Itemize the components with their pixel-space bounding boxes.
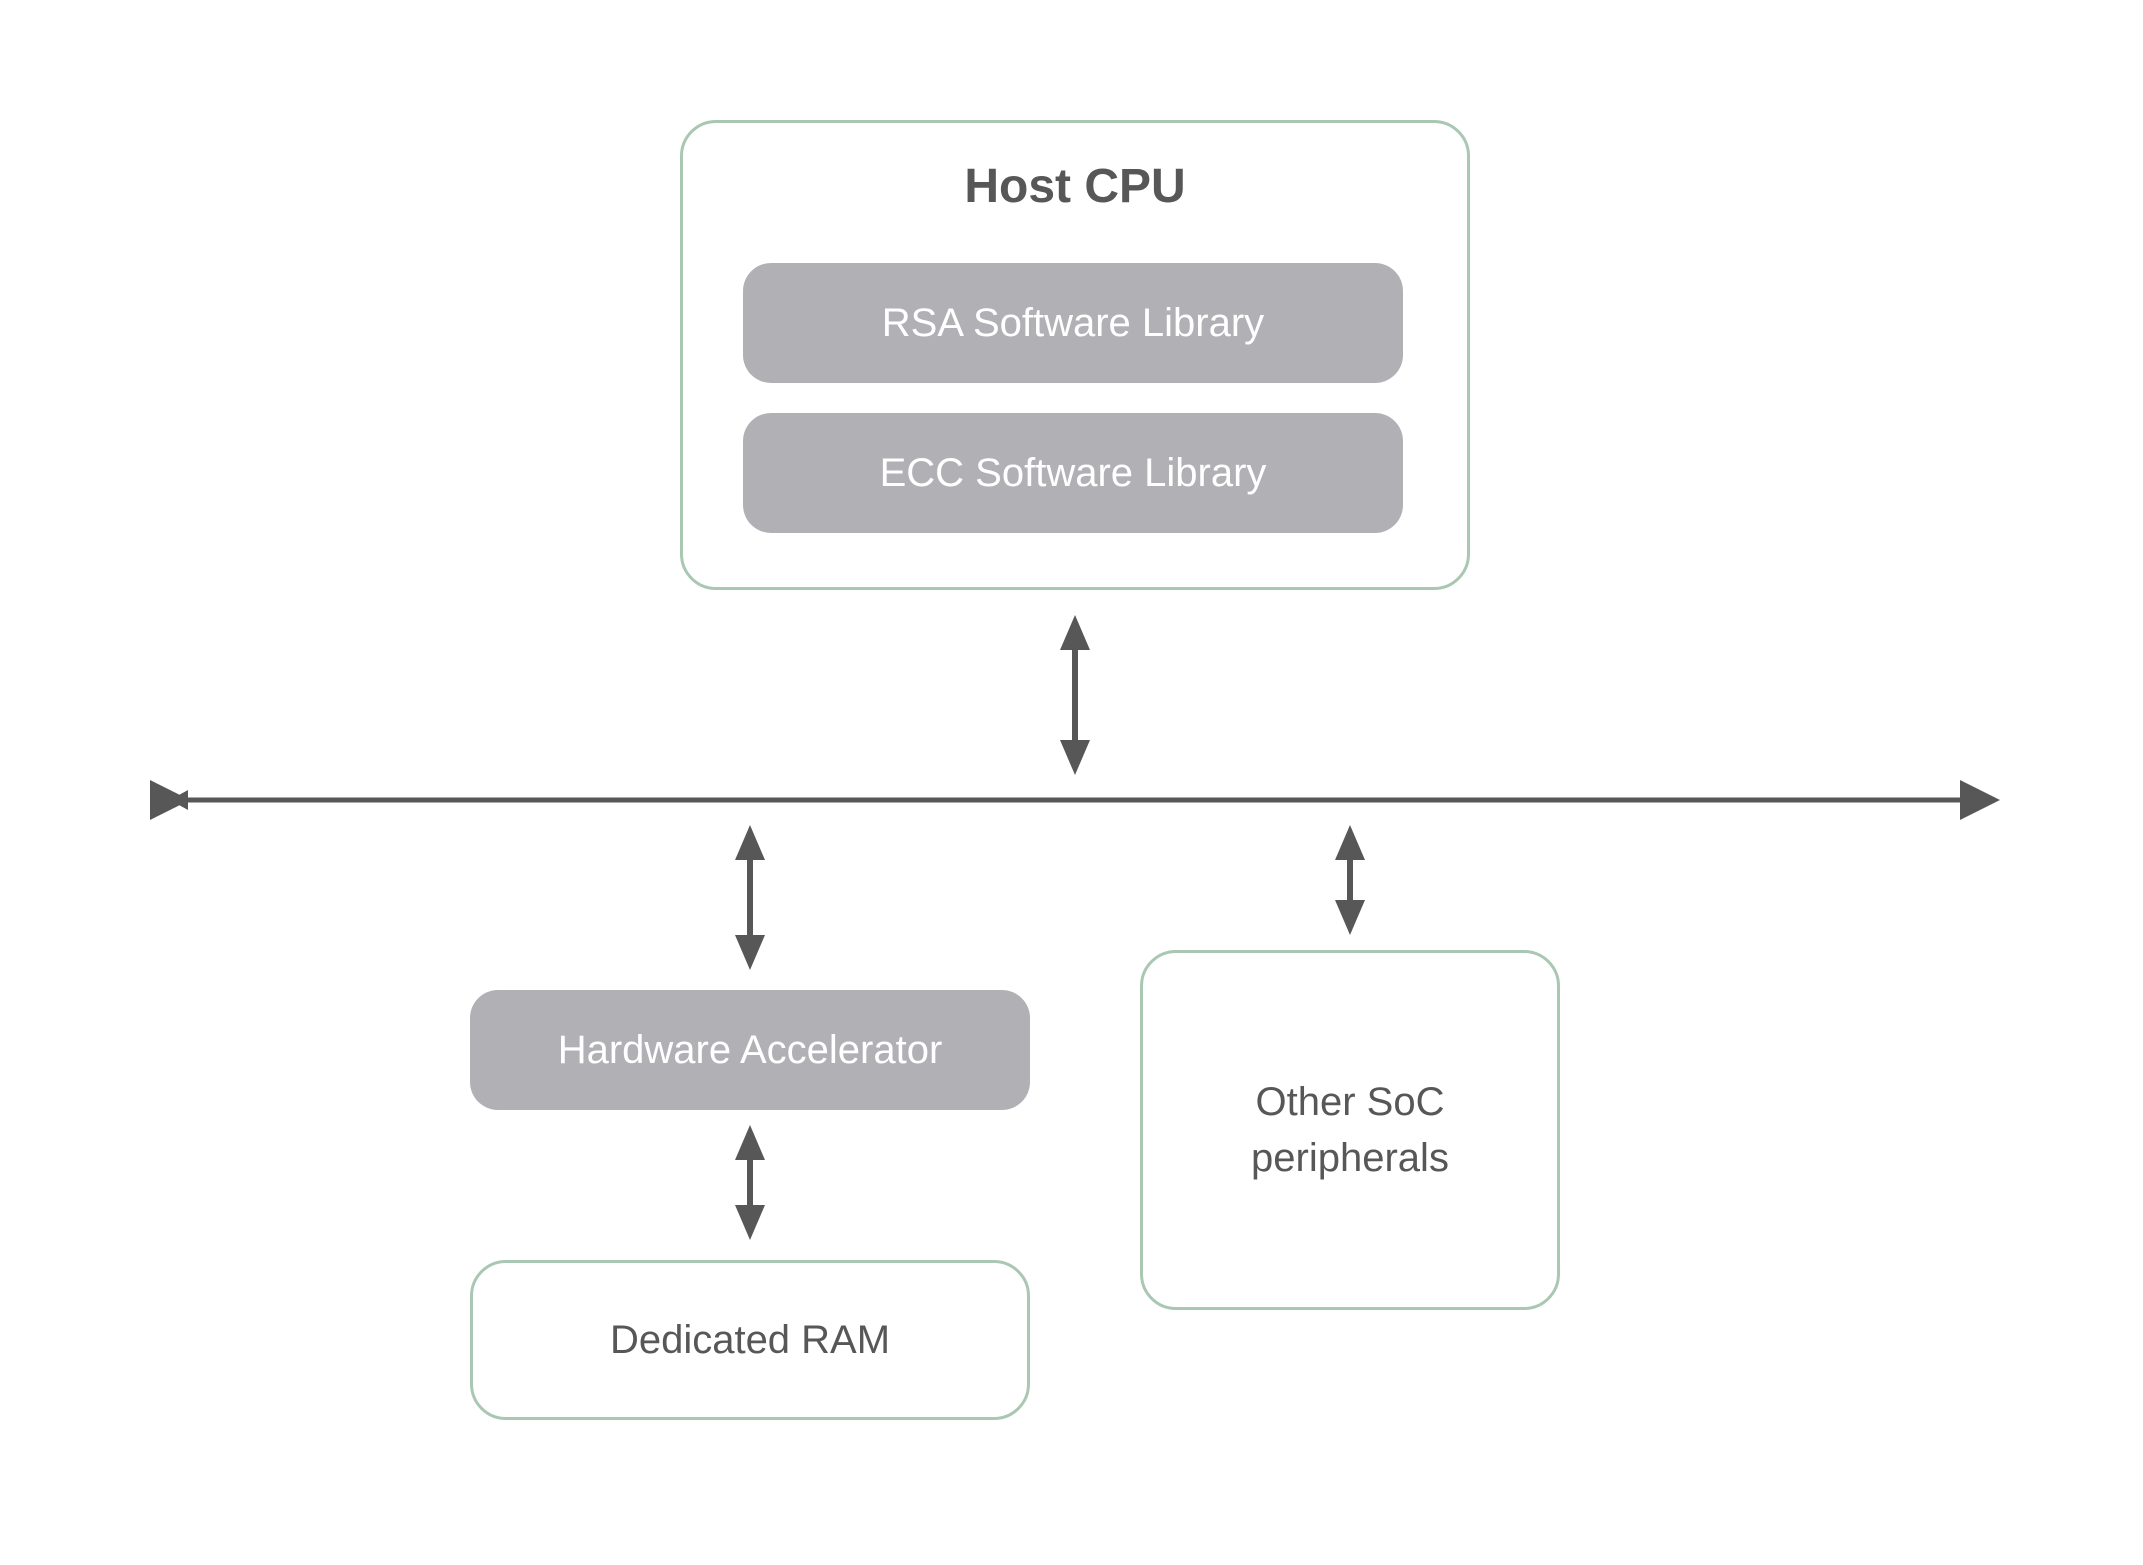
dedicated-ram-label: Dedicated RAM	[610, 1312, 890, 1368]
arrow-hw-ram-icon	[735, 1125, 765, 1240]
diagram-canvas: Host CPU RSA Software Library ECC Softwa…	[0, 0, 2143, 1565]
hardware-accelerator-label: Hardware Accelerator	[558, 1028, 943, 1073]
other-soc-label: Other SoC peripherals	[1221, 1074, 1479, 1186]
arrow-bus-hwaccel-icon	[735, 825, 765, 970]
host-cpu-title: Host CPU	[964, 159, 1185, 214]
other-soc-box: Other SoC peripherals	[1140, 950, 1560, 1310]
arrow-host-bus-icon	[1060, 615, 1090, 775]
arrow-bus-other-icon	[1335, 825, 1365, 935]
rsa-library-box: RSA Software Library	[743, 263, 1403, 383]
ecc-library-label: ECC Software Library	[880, 451, 1267, 496]
dedicated-ram-box: Dedicated RAM	[470, 1260, 1030, 1420]
ecc-library-box: ECC Software Library	[743, 413, 1403, 533]
host-cpu-box: Host CPU RSA Software Library ECC Softwa…	[680, 120, 1470, 590]
hardware-accelerator-box: Hardware Accelerator	[470, 990, 1030, 1110]
rsa-library-label: RSA Software Library	[882, 301, 1264, 346]
